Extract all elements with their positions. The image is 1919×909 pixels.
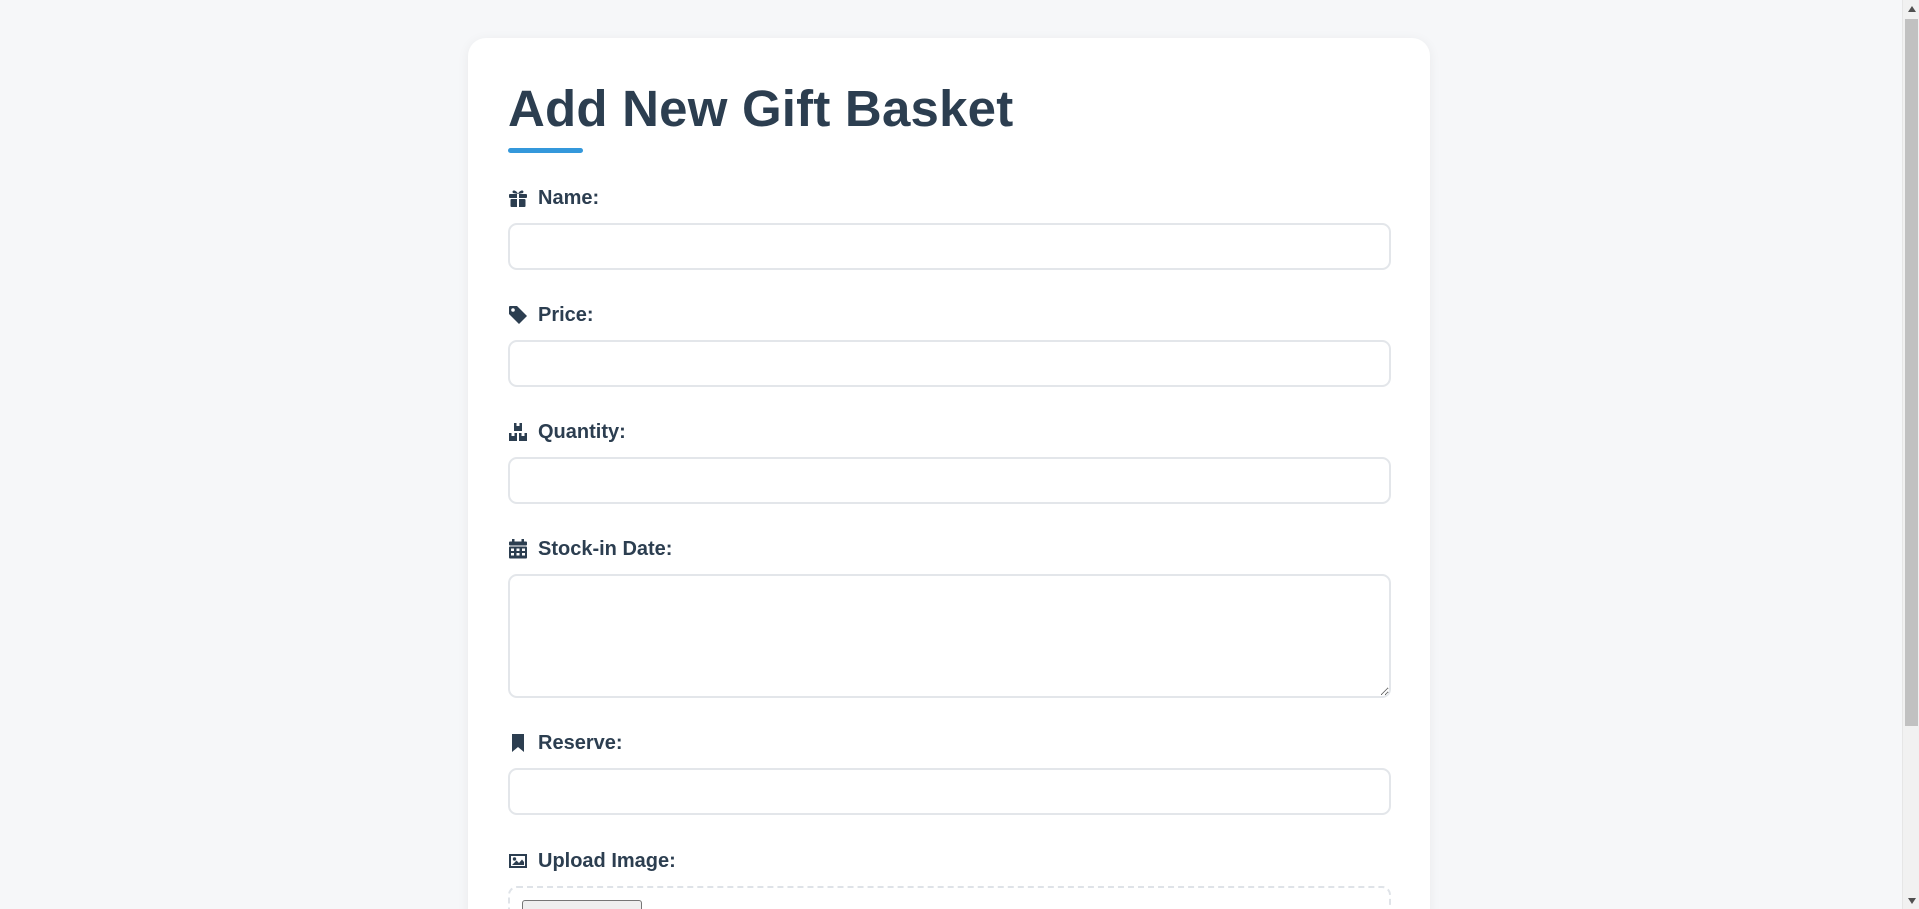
calendar-icon: [508, 539, 528, 559]
price-field-group: Price:: [508, 302, 1391, 387]
title-underline: [508, 148, 583, 153]
reserve-label: Reserve:: [508, 730, 1391, 756]
form-card: Add New Gift Basket Name: Price: Quantit…: [468, 38, 1430, 909]
name-label-text: Name:: [538, 186, 600, 209]
page-title: Add New Gift Basket: [508, 80, 1014, 137]
stock-in-date-field-group: Stock-in Date:: [508, 536, 1391, 698]
bookmark-icon: [508, 733, 528, 753]
upload-image-field-group: Upload Image:: [508, 848, 1391, 909]
stock-in-date-label: Stock-in Date:: [508, 536, 1391, 562]
quantity-input[interactable]: [508, 457, 1391, 504]
price-label: Price:: [508, 302, 1391, 328]
price-label-text: Price:: [538, 303, 594, 326]
upload-image-label-text: Upload Image:: [538, 849, 676, 872]
quantity-label: Quantity:: [508, 419, 1391, 445]
reserve-input[interactable]: [508, 768, 1391, 815]
quantity-field-group: Quantity:: [508, 419, 1391, 504]
scroll-down-arrow-icon[interactable]: [1903, 892, 1919, 909]
scrollbar-thumb[interactable]: [1905, 19, 1918, 726]
choose-file-button[interactable]: [522, 900, 642, 909]
stock-in-date-textarea[interactable]: [508, 574, 1391, 698]
name-input[interactable]: [508, 223, 1391, 270]
upload-dropzone[interactable]: [508, 886, 1391, 909]
tag-icon: [508, 305, 528, 325]
image-icon: [508, 851, 528, 871]
reserve-label-text: Reserve:: [538, 731, 623, 754]
page: Add New Gift Basket Name: Price: Quantit…: [0, 0, 1919, 909]
scroll-up-arrow-icon[interactable]: [1903, 0, 1919, 17]
name-field-group: Name:: [508, 185, 1391, 270]
reserve-field-group: Reserve:: [508, 730, 1391, 815]
gift-icon: [508, 188, 528, 208]
quantity-label-text: Quantity:: [538, 420, 626, 443]
page-scrollbar[interactable]: [1902, 0, 1919, 909]
boxes-icon: [508, 422, 528, 442]
upload-image-label: Upload Image:: [508, 848, 1391, 874]
name-label: Name:: [508, 185, 1391, 211]
stock-in-date-label-text: Stock-in Date:: [538, 537, 673, 560]
price-input[interactable]: [508, 340, 1391, 387]
